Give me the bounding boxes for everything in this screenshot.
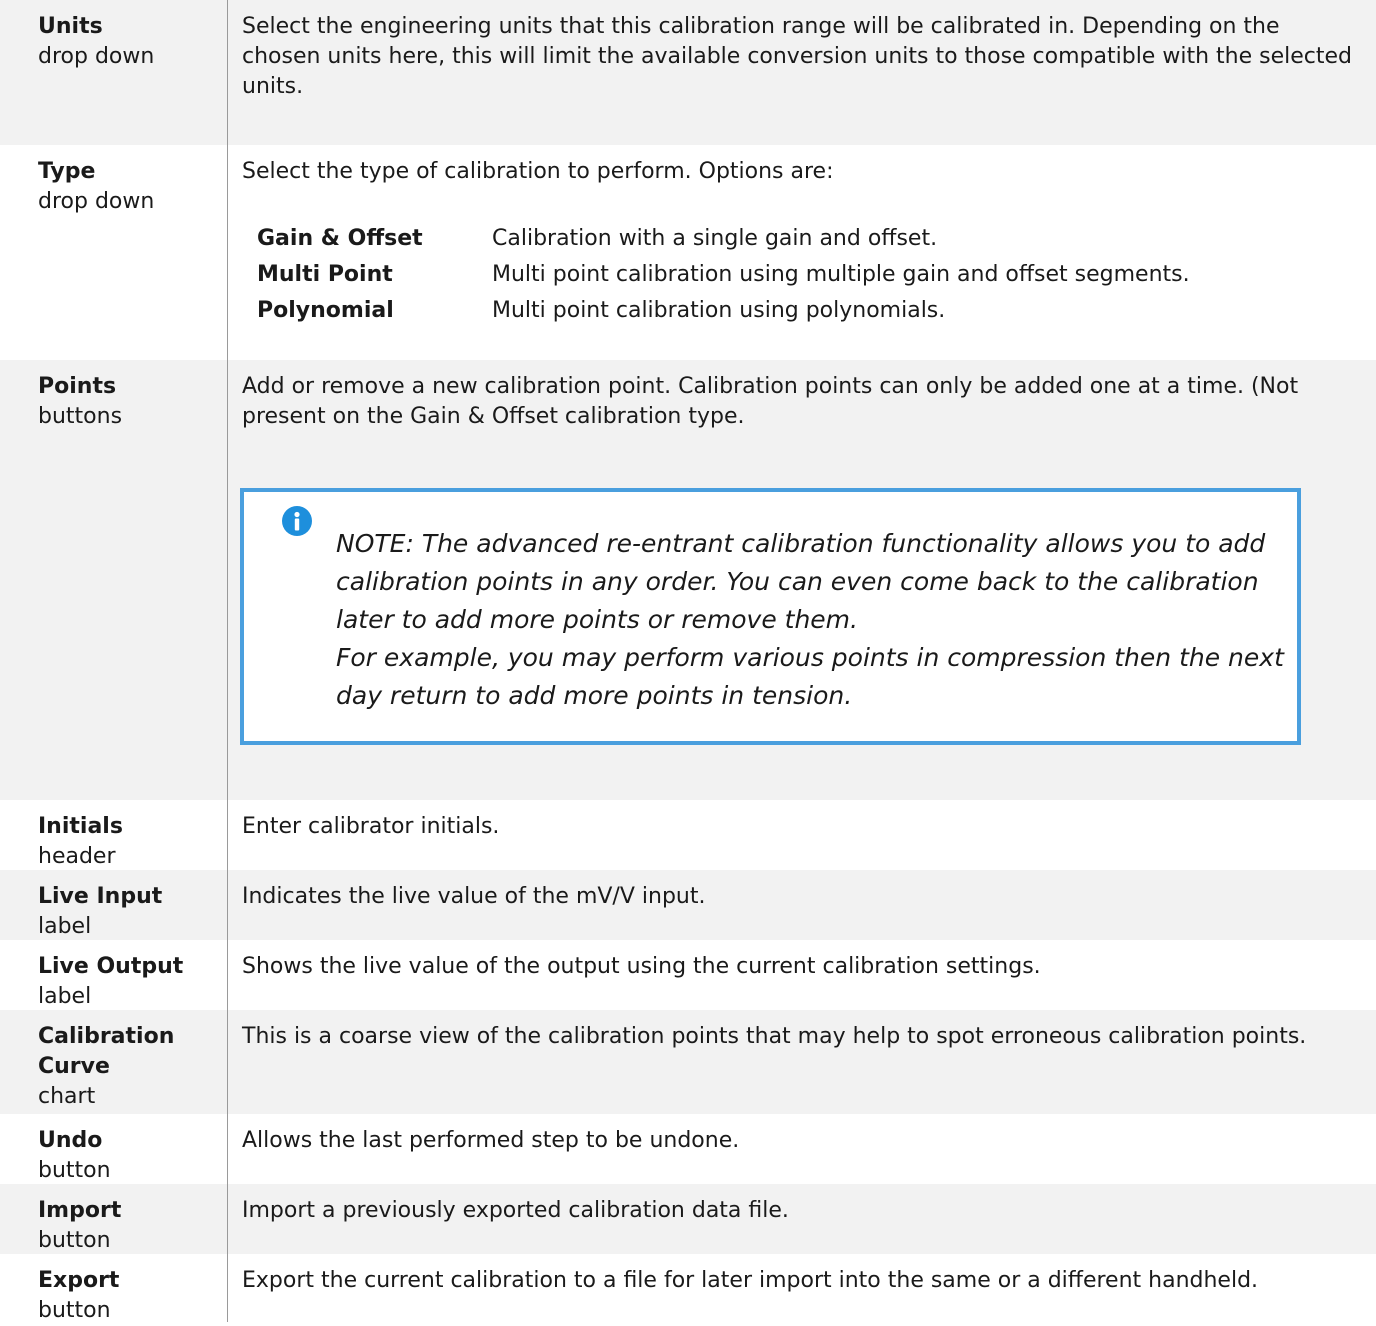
- table-row-undo: Undo button Allows the last performed st…: [0, 1114, 1376, 1184]
- field-name: Initials: [38, 814, 123, 839]
- option-name: Polynomial: [257, 298, 394, 323]
- row-label: Import button: [38, 1196, 218, 1256]
- row-label: Live Output label: [38, 952, 218, 1012]
- option-description: Multi point calibration using polynomial…: [492, 298, 946, 323]
- table-row-units: Units drop down Select the engineering u…: [0, 0, 1376, 145]
- field-name: Units: [38, 14, 103, 39]
- field-description: Import a previously exported calibration…: [242, 1198, 789, 1223]
- field-name: Live Input: [38, 884, 163, 909]
- table-row-calibration-curve: Calibration Curve chart This is a coarse…: [0, 1010, 1376, 1114]
- field-description: This is a coarse view of the calibration…: [242, 1024, 1307, 1049]
- field-kind: drop down: [38, 44, 155, 69]
- field-description: Allows the last performed step to be und…: [242, 1128, 740, 1153]
- note-line: NOTE: The advanced re-entrant calibratio…: [336, 529, 1266, 634]
- field-name: Calibration Curve: [38, 1024, 175, 1079]
- field-description: Enter calibrator initials.: [242, 814, 500, 839]
- field-kind: drop down: [38, 189, 155, 214]
- row-label: Calibration Curve chart: [38, 1022, 188, 1112]
- table-row-live-output: Live Output label Shows the live value o…: [0, 940, 1376, 1010]
- note-line: For example, you may perform various poi…: [336, 643, 1284, 710]
- row-label: Points buttons: [38, 372, 218, 432]
- field-description: Indicates the live value of the mV/V inp…: [242, 884, 706, 909]
- field-description: Export the current calibration to a file…: [242, 1268, 1259, 1293]
- table-row-type: Type drop down Select the type of calibr…: [0, 145, 1376, 360]
- field-name: Undo: [38, 1128, 103, 1153]
- option-name: Gain & Offset: [257, 226, 423, 251]
- field-kind: buttons: [38, 404, 123, 429]
- field-description: Select the type of calibration to perfor…: [242, 159, 834, 184]
- field-kind: header: [38, 844, 116, 869]
- option-item: Polynomial Multi point calibration using…: [242, 293, 1352, 329]
- field-name: Type: [38, 159, 96, 184]
- option-name: Multi Point: [257, 262, 393, 287]
- table-row-export: Export button Export the current calibra…: [0, 1254, 1376, 1323]
- row-label: Initials header: [38, 812, 218, 872]
- table-row-live-input: Live Input label Indicates the live valu…: [0, 870, 1376, 940]
- table-row-initials: Initials header Enter calibrator initial…: [0, 800, 1376, 870]
- table-row-import: Import button Import a previously export…: [0, 1184, 1376, 1254]
- reference-table: Units drop down Select the engineering u…: [0, 0, 1376, 1323]
- field-kind: label: [38, 914, 92, 939]
- field-description: Select the engineering units that this c…: [242, 14, 1352, 99]
- field-description: Add or remove a new calibration point. C…: [242, 374, 1299, 429]
- row-label: Type drop down: [38, 157, 218, 217]
- field-kind: chart: [38, 1084, 96, 1109]
- option-description: Multi point calibration using multiple g…: [492, 262, 1190, 287]
- row-label: Undo button: [38, 1126, 218, 1186]
- row-label: Live Input label: [38, 882, 218, 942]
- field-kind: button: [38, 1228, 111, 1253]
- field-name: Points: [38, 374, 117, 399]
- field-name: Import: [38, 1198, 122, 1223]
- field-description: Shows the live value of the output using…: [242, 954, 1041, 979]
- options-list: Gain & Offset Calibration with a single …: [242, 221, 1352, 329]
- row-label: Units drop down: [38, 12, 218, 72]
- option-description: Calibration with a single gain and offse…: [492, 226, 938, 251]
- option-item: Gain & Offset Calibration with a single …: [242, 221, 1352, 257]
- field-kind: label: [38, 984, 92, 1009]
- field-kind: button: [38, 1158, 111, 1183]
- info-icon: [282, 506, 312, 536]
- note-callout: NOTE: The advanced re-entrant calibratio…: [240, 488, 1301, 745]
- field-name: Export: [38, 1268, 120, 1293]
- option-item: Multi Point Multi point calibration usin…: [242, 257, 1352, 293]
- note-text: NOTE: The advanced re-entrant calibratio…: [336, 525, 1296, 715]
- field-name: Live Output: [38, 954, 184, 979]
- field-description-block: Select the type of calibration to perfor…: [242, 157, 1352, 329]
- row-label: Export button: [38, 1266, 218, 1326]
- column-divider: [227, 0, 228, 1322]
